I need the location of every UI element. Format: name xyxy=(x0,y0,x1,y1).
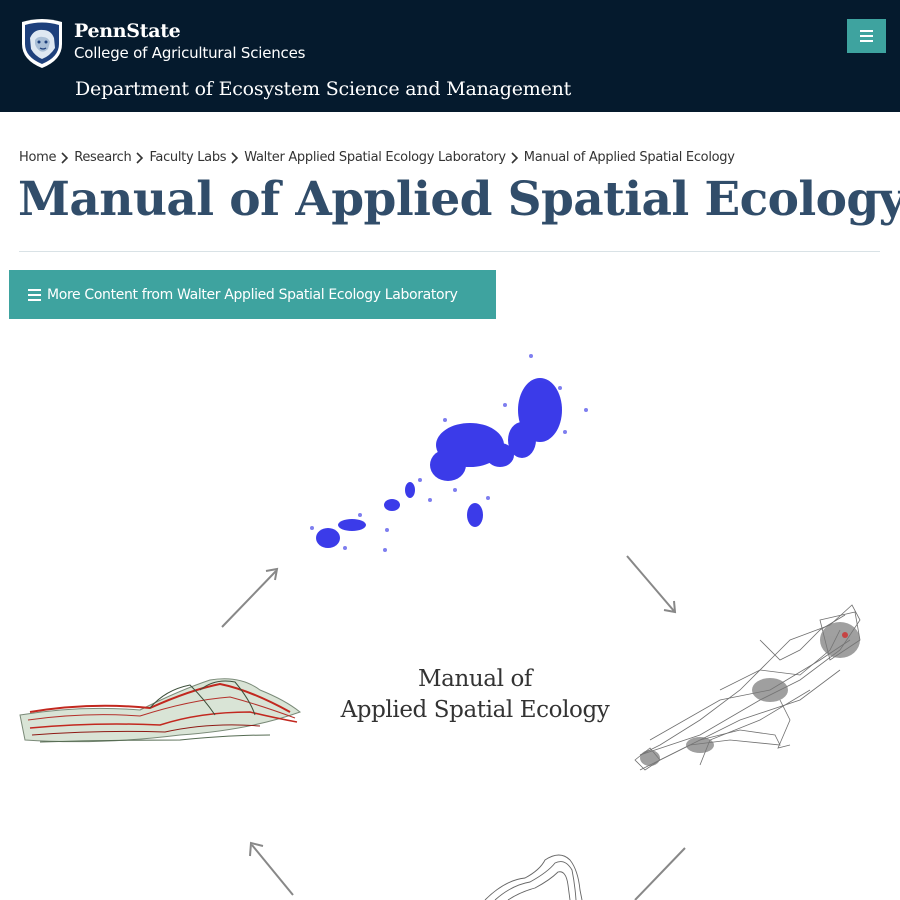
chevron-right-icon xyxy=(61,151,69,164)
cover-caption-line2: Applied Spatial Ecology xyxy=(340,697,610,723)
breadcrumb-current: Manual of Applied Spatial Ecology xyxy=(523,150,735,165)
chevron-right-icon xyxy=(511,151,518,164)
cover-caption-line1: Manual of xyxy=(417,666,533,692)
breadcrumb-home[interactable]: Home xyxy=(19,150,57,165)
point-cloud-graphic xyxy=(316,378,562,548)
manual-cover-illustration xyxy=(19,354,861,900)
contour-graphic xyxy=(484,854,583,900)
more-content-button[interactable]: More Content from Walter Applied Spatial… xyxy=(9,270,496,319)
title-divider xyxy=(19,251,880,252)
breadcrumb-faculty-labs[interactable]: Faculty Labs xyxy=(149,150,226,165)
hamburger-icon xyxy=(860,30,873,42)
surface-graphic xyxy=(19,678,302,743)
chevron-right-icon xyxy=(136,151,144,164)
more-content-label: More Content from Walter Applied Spatial… xyxy=(47,286,458,303)
page-title: Manual of Applied Spatial Ecology xyxy=(18,172,900,227)
site-header: PennState College of Agricultural Scienc… xyxy=(0,0,900,112)
hamburger-icon xyxy=(28,288,41,301)
penn-state-shield-icon[interactable] xyxy=(18,18,66,70)
brand-name[interactable]: PennState xyxy=(74,20,181,42)
college-name[interactable]: College of Agricultural Sciences xyxy=(74,44,305,62)
department-title[interactable]: Department of Ecosystem Science and Mana… xyxy=(75,78,571,100)
chevron-right-icon xyxy=(231,151,239,164)
breadcrumb-research[interactable]: Research xyxy=(74,150,132,165)
breadcrumb-walter-lab[interactable]: Walter Applied Spatial Ecology Laborator… xyxy=(244,150,506,165)
breadcrumb: Home Research Faculty Labs Walter Applie… xyxy=(19,150,735,165)
menu-button[interactable] xyxy=(847,19,886,53)
cover-caption: Manual of Applied Spatial Ecology xyxy=(330,664,620,726)
